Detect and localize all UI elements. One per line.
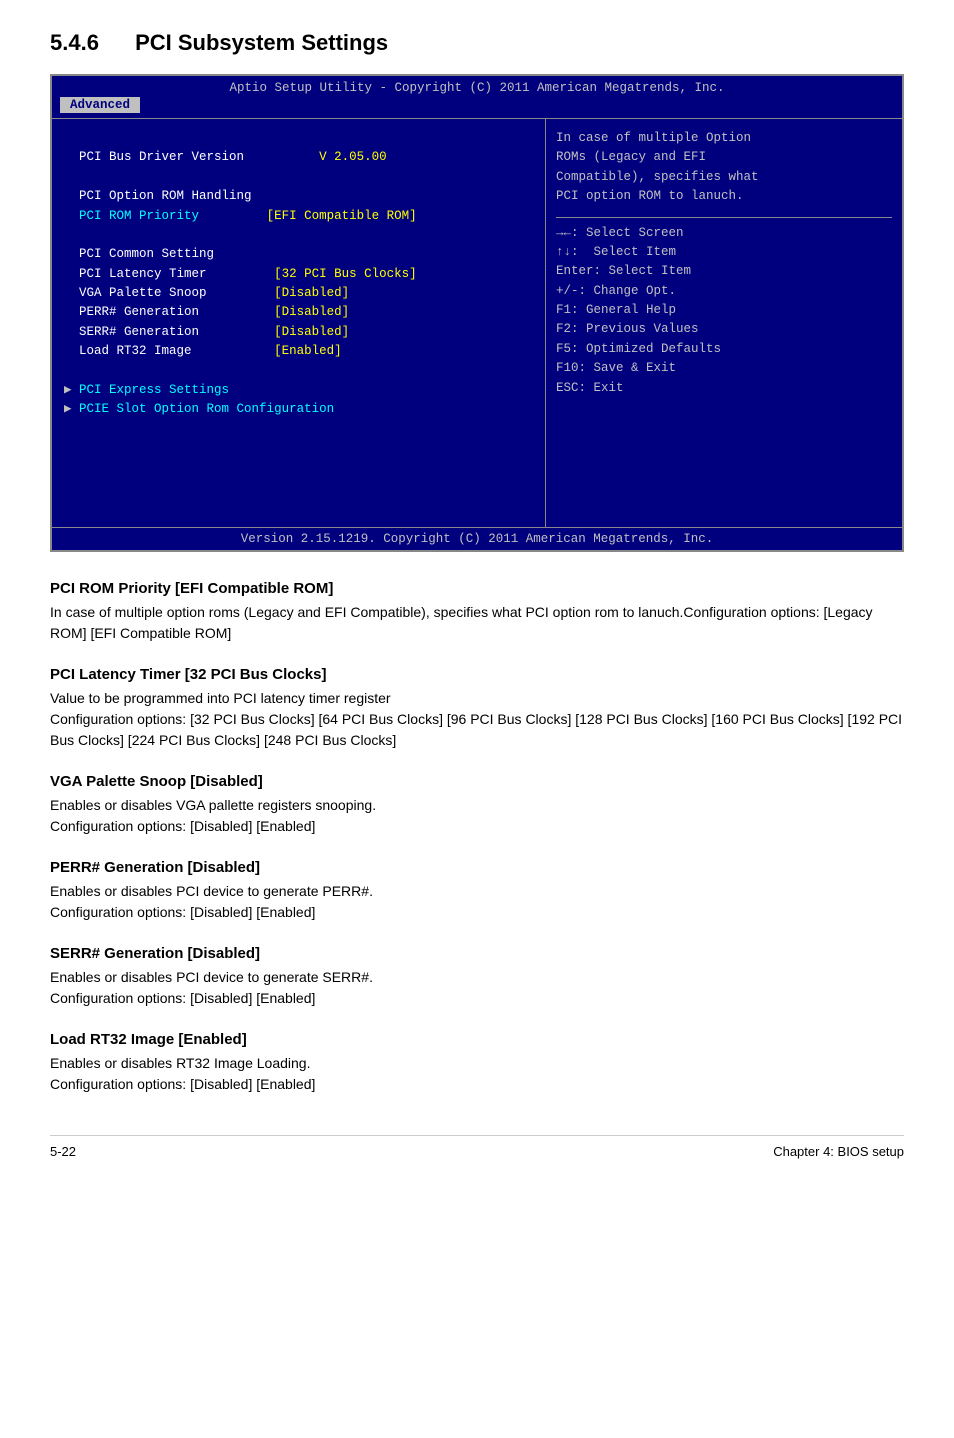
bios-top-bar: Aptio Setup Utility - Copyright (C) 2011… <box>52 76 902 97</box>
desc-serr-generation-body: Enables or disables PCI device to genera… <box>50 967 904 1009</box>
bios-line-13 <box>64 362 533 381</box>
bios-key-1: →←: Select Screen <box>556 224 892 243</box>
bios-line-8: PCI Latency Timer [32 PCI Bus Clocks] <box>64 265 533 284</box>
bios-key-6: F2: Previous Values <box>556 320 892 339</box>
desc-load-rt32-image: Load RT32 Image [Enabled] Enables or dis… <box>50 1031 904 1095</box>
bios-line-5: PCI ROM Priority [EFI Compatible ROM] <box>64 207 533 226</box>
bios-line-4: PCI Option ROM Handling <box>64 187 533 206</box>
page-container: 5.4.6 PCI Subsystem Settings Aptio Setup… <box>0 0 954 1219</box>
desc-pci-rom-priority: PCI ROM Priority [EFI Compatible ROM] In… <box>50 580 904 644</box>
bios-top-bar-text: Aptio Setup Utility - Copyright (C) 2011… <box>229 81 724 95</box>
desc-perr-generation-title: PERR# Generation [Disabled] <box>50 859 904 876</box>
bios-key-9: ESC: Exit <box>556 379 892 398</box>
bios-key-4: +/-: Change Opt. <box>556 282 892 301</box>
desc-pci-latency-timer-title: PCI Latency Timer [32 PCI Bus Clocks] <box>50 666 904 683</box>
desc-pci-rom-priority-body: In case of multiple option roms (Legacy … <box>50 602 904 644</box>
bios-line-19 <box>64 478 533 497</box>
bios-key-8: F10: Save & Exit <box>556 359 892 378</box>
footer-page-number: 5-22 <box>50 1144 76 1159</box>
bios-line-2: PCI Bus Driver Version V 2.05.00 <box>64 148 533 167</box>
bios-help-line-2: ROMs (Legacy and EFI <box>556 148 892 167</box>
desc-serr-generation-title: SERR# Generation [Disabled] <box>50 945 904 962</box>
bios-key-3: Enter: Select Item <box>556 262 892 281</box>
bios-line-12: Load RT32 Image [Enabled] <box>64 342 533 361</box>
desc-vga-palette-snoop-body: Enables or disables VGA pallette registe… <box>50 795 904 837</box>
desc-pci-latency-timer-body: Value to be programmed into PCI latency … <box>50 688 904 751</box>
bios-tab-bar: Advanced <box>52 97 902 118</box>
bios-bottom-bar: Version 2.15.1219. Copyright (C) 2011 Am… <box>52 527 902 550</box>
bios-line-1 <box>64 129 533 148</box>
descriptions-container: PCI ROM Priority [EFI Compatible ROM] In… <box>50 580 904 1095</box>
bios-screen: Aptio Setup Utility - Copyright (C) 2011… <box>50 74 904 552</box>
section-heading: 5.4.6 PCI Subsystem Settings <box>50 30 904 56</box>
bios-line-10: PERR# Generation [Disabled] <box>64 303 533 322</box>
bios-line-14[interactable]: ▶ PCI Express Settings <box>64 381 533 400</box>
bios-key-5: F1: General Help <box>556 301 892 320</box>
desc-serr-generation: SERR# Generation [Disabled] Enables or d… <box>50 945 904 1009</box>
bios-left-panel: PCI Bus Driver Version V 2.05.00 PCI Opt… <box>52 119 545 527</box>
desc-load-rt32-image-title: Load RT32 Image [Enabled] <box>50 1031 904 1048</box>
bios-right-panel: In case of multiple Option ROMs (Legacy … <box>545 119 902 527</box>
bios-line-20 <box>64 497 533 516</box>
bios-line-9: VGA Palette Snoop [Disabled] <box>64 284 533 303</box>
desc-pci-rom-priority-title: PCI ROM Priority [EFI Compatible ROM] <box>50 580 904 597</box>
bios-tab-advanced[interactable]: Advanced <box>60 97 140 113</box>
bios-help-line-4: PCI option ROM to lanuch. <box>556 187 892 206</box>
bios-line-7: PCI Common Setting <box>64 245 533 264</box>
bios-help-line-1: In case of multiple Option <box>556 129 892 148</box>
section-title: PCI Subsystem Settings <box>135 30 388 55</box>
bios-line-16 <box>64 420 533 439</box>
desc-pci-latency-timer: PCI Latency Timer [32 PCI Bus Clocks] Va… <box>50 666 904 751</box>
page-footer: 5-22 Chapter 4: BIOS setup <box>50 1135 904 1159</box>
bios-key-help: →←: Select Screen ↑↓: Select Item Enter:… <box>556 217 892 398</box>
desc-perr-generation-body: Enables or disables PCI device to genera… <box>50 881 904 923</box>
bios-content: PCI Bus Driver Version V 2.05.00 PCI Opt… <box>52 118 902 527</box>
bios-line-3 <box>64 168 533 187</box>
bios-key-7: F5: Optimized Defaults <box>556 340 892 359</box>
bios-help-line-3: Compatible), specifies what <box>556 168 892 187</box>
footer-chapter: Chapter 4: BIOS setup <box>773 1144 904 1159</box>
desc-perr-generation: PERR# Generation [Disabled] Enables or d… <box>50 859 904 923</box>
bios-bottom-text: Version 2.15.1219. Copyright (C) 2011 Am… <box>241 532 714 546</box>
bios-help-desc: In case of multiple Option ROMs (Legacy … <box>556 129 892 207</box>
bios-line-6 <box>64 226 533 245</box>
bios-line-18 <box>64 458 533 477</box>
bios-key-2: ↑↓: Select Item <box>556 243 892 262</box>
desc-load-rt32-image-body: Enables or disables RT32 Image Loading.C… <box>50 1053 904 1095</box>
desc-vga-palette-snoop-title: VGA Palette Snoop [Disabled] <box>50 773 904 790</box>
bios-line-15[interactable]: ▶ PCIE Slot Option Rom Configuration <box>64 400 533 419</box>
section-number: 5.4.6 <box>50 30 99 55</box>
bios-line-11: SERR# Generation [Disabled] <box>64 323 533 342</box>
bios-line-17 <box>64 439 533 458</box>
desc-vga-palette-snoop: VGA Palette Snoop [Disabled] Enables or … <box>50 773 904 837</box>
